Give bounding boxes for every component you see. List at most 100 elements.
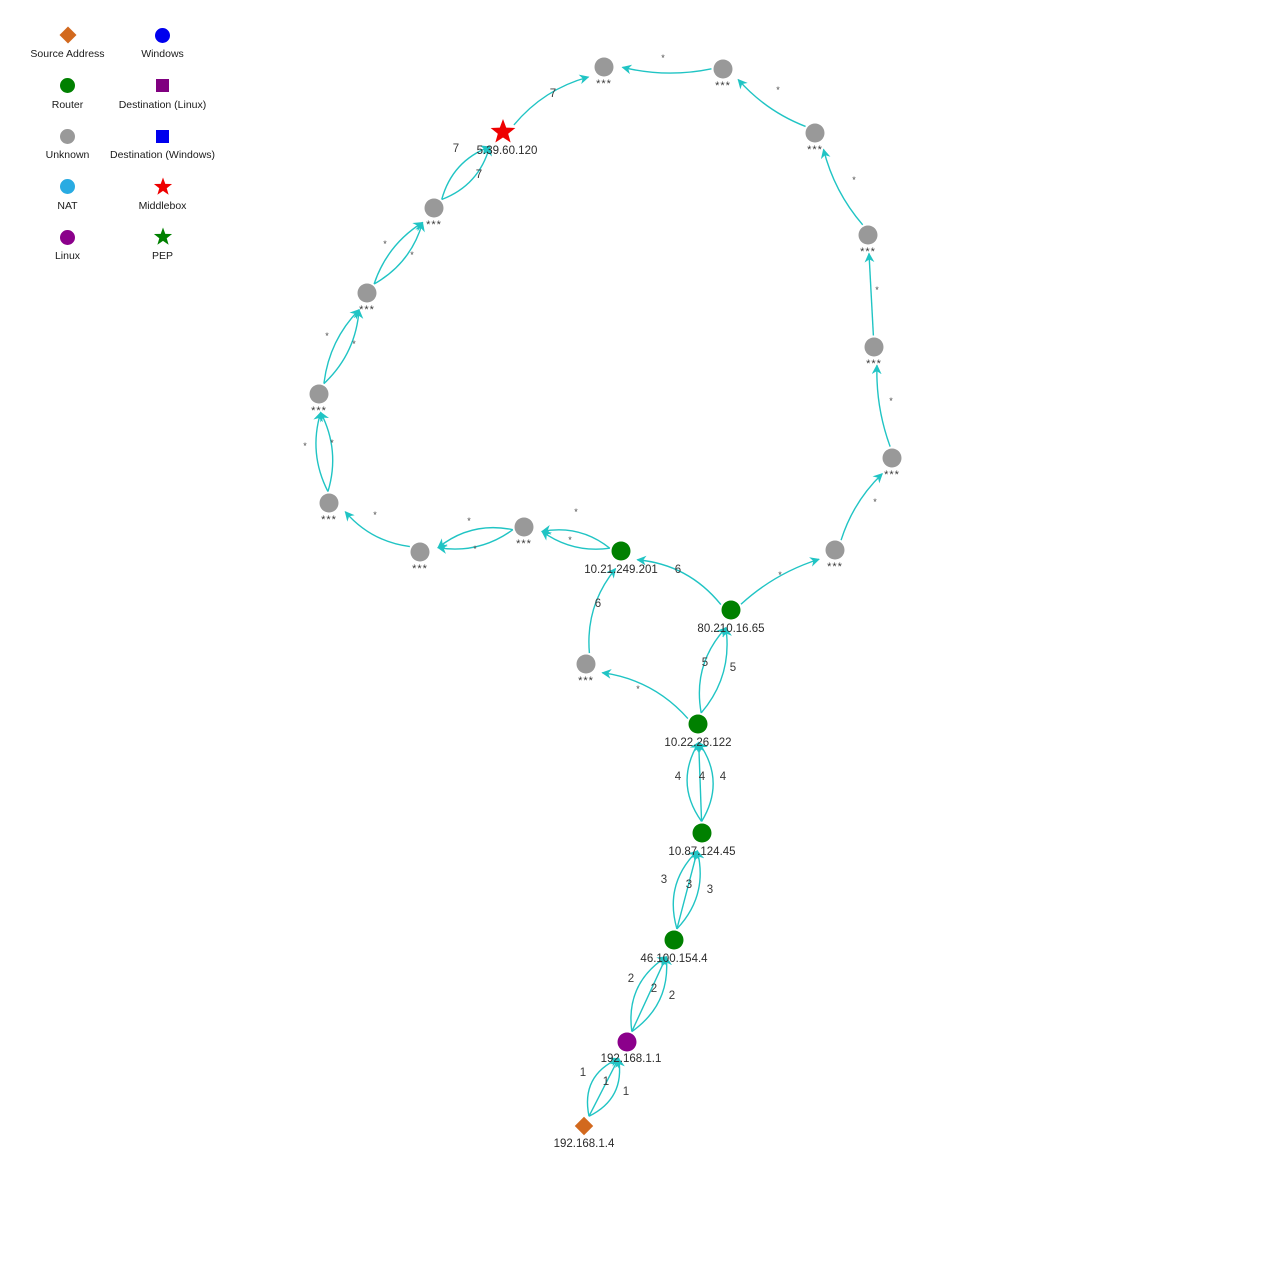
- edge-label: *: [373, 510, 377, 520]
- graph-node-unknown[interactable]: ***: [319, 493, 339, 527]
- node-label: ***: [596, 78, 612, 90]
- circle-icon[interactable]: [825, 540, 845, 560]
- circle-icon[interactable]: [721, 600, 741, 620]
- graph-edge: [344, 511, 410, 548]
- node-label: ***: [884, 469, 900, 481]
- graph-node-unknown[interactable]: ***: [882, 448, 902, 482]
- diamond-icon[interactable]: [574, 1116, 594, 1136]
- edge-label: *: [473, 544, 477, 554]
- graph-node-unknown[interactable]: ***: [864, 337, 884, 371]
- graph-node-middlebox[interactable]: 5.39.60.120: [477, 119, 538, 157]
- graph-edge: [871, 364, 891, 447]
- node-label: ***: [578, 675, 594, 687]
- circle-icon[interactable]: [617, 1032, 637, 1052]
- edge-label: *: [661, 53, 665, 63]
- node-label: ***: [359, 304, 375, 316]
- node-label: ***: [860, 246, 876, 258]
- circle-icon[interactable]: [864, 337, 884, 357]
- graph-edge: [820, 148, 864, 226]
- graph-node-router[interactable]: 10.87.124.45: [668, 823, 736, 859]
- graph-node-unknown[interactable]: ***: [576, 654, 596, 688]
- edges-layer: [313, 64, 891, 1117]
- edge-label: *: [873, 497, 877, 507]
- edge-label: *: [383, 239, 387, 249]
- graph-edge: [540, 524, 611, 549]
- node-label: ***: [321, 514, 337, 526]
- edge-label: 1: [580, 1067, 586, 1079]
- circle-icon[interactable]: [576, 654, 596, 674]
- graph-node-unknown[interactable]: ***: [410, 542, 430, 576]
- circle-icon[interactable]: [514, 517, 534, 537]
- circle-icon[interactable]: [611, 541, 631, 561]
- graph-node-unknown[interactable]: ***: [805, 123, 825, 157]
- edge-label: 7: [476, 169, 482, 181]
- edge-label: *: [352, 339, 356, 349]
- circle-icon[interactable]: [319, 493, 339, 513]
- graph-edge: [864, 252, 875, 336]
- edge-label: 4: [720, 771, 727, 783]
- node-label: 5.39.60.120: [477, 145, 538, 157]
- graph-node-router[interactable]: 46.100.154.4: [640, 930, 708, 966]
- edge-label: *: [852, 175, 856, 185]
- graph-node-source[interactable]: 192.168.1.4: [554, 1116, 615, 1150]
- star-icon[interactable]: [490, 119, 516, 143]
- edge-label: 4: [675, 771, 682, 783]
- node-label: 10.87.124.45: [668, 846, 735, 858]
- circle-icon[interactable]: [858, 225, 878, 245]
- graph-node-linux[interactable]: 192.168.1.1: [601, 1032, 662, 1066]
- graph-node-unknown[interactable]: ***: [514, 517, 534, 551]
- edge-label: 2: [669, 990, 675, 1002]
- graph-node-unknown[interactable]: ***: [424, 198, 444, 232]
- edge-label: 3: [707, 884, 713, 896]
- edge-label: *: [467, 516, 471, 526]
- graph-node-unknown[interactable]: ***: [713, 59, 733, 93]
- nodes-layer: 192.168.1.4 192.168.1.1 46.100.154.4 10.87.…: [309, 57, 902, 1150]
- edge-label: *: [330, 438, 334, 448]
- graph-edge: [700, 626, 732, 714]
- graph-edge: [513, 74, 590, 126]
- circle-icon[interactable]: [424, 198, 444, 218]
- circle-icon[interactable]: [357, 283, 377, 303]
- circle-icon[interactable]: [410, 542, 430, 562]
- edge-label: *: [303, 441, 307, 451]
- edge-label: 7: [453, 143, 459, 155]
- node-label: 46.100.154.4: [640, 953, 708, 965]
- node-label: 192.168.1.4: [554, 1138, 615, 1150]
- graph-edge: [698, 627, 727, 714]
- graph-edge: [740, 557, 820, 605]
- edge-label: *: [568, 535, 572, 545]
- edge-label: 6: [675, 564, 681, 576]
- edge-label: 5: [730, 662, 736, 674]
- circle-icon[interactable]: [713, 59, 733, 79]
- edge-label: *: [574, 507, 578, 517]
- edge-label: 5: [702, 657, 708, 669]
- graph-edge: [373, 221, 424, 285]
- edge-label: 4: [699, 771, 706, 783]
- edge-label: 3: [661, 874, 667, 886]
- node-label: ***: [827, 561, 843, 573]
- node-label: ***: [412, 563, 428, 575]
- graph-node-router[interactable]: 10.21.249.201: [584, 541, 658, 577]
- graph-node-router[interactable]: 10.22.26.122: [664, 714, 732, 750]
- graph-node-unknown[interactable]: ***: [357, 283, 377, 317]
- circle-icon[interactable]: [594, 57, 614, 77]
- graph-node-router[interactable]: 80.210.16.65: [697, 600, 765, 636]
- graph-edge: [541, 530, 610, 550]
- node-label: 80.210.16.65: [697, 623, 764, 635]
- graph-node-unknown[interactable]: ***: [309, 384, 329, 418]
- circle-icon[interactable]: [805, 123, 825, 143]
- circle-icon[interactable]: [882, 448, 902, 468]
- graph-edge: [588, 567, 617, 654]
- graph-node-unknown[interactable]: ***: [594, 57, 614, 91]
- edge-label: *: [636, 684, 640, 694]
- circle-icon[interactable]: [664, 930, 684, 950]
- edge-label: 1: [603, 1076, 609, 1088]
- circle-icon[interactable]: [688, 714, 708, 734]
- circle-icon[interactable]: [309, 384, 329, 404]
- edge-label: *: [325, 331, 329, 341]
- circle-icon[interactable]: [692, 823, 712, 843]
- graph-node-unknown[interactable]: ***: [858, 225, 878, 259]
- graph-node-unknown[interactable]: ***: [825, 540, 845, 574]
- graph-edge: [601, 669, 689, 720]
- node-label: 10.21.249.201: [584, 564, 658, 576]
